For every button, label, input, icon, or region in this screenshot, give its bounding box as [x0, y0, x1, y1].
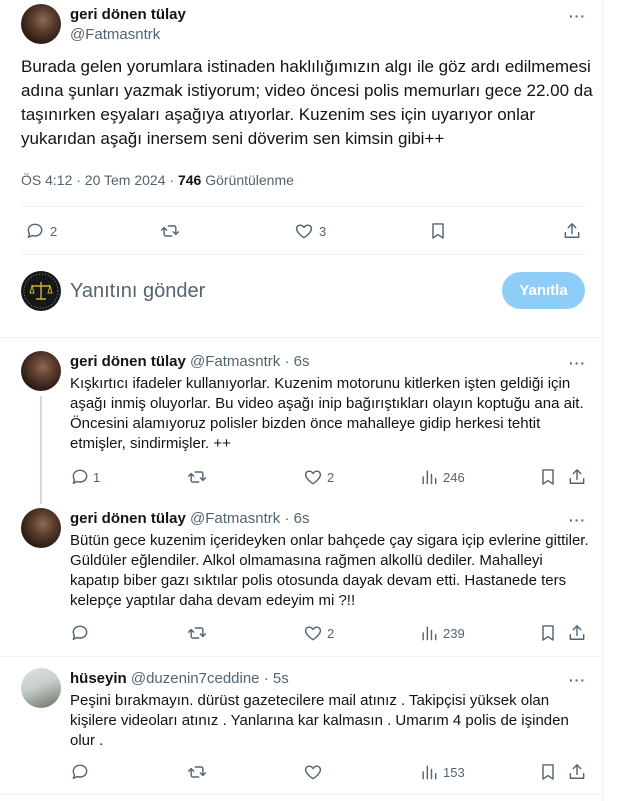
- views-count: 153: [443, 765, 465, 780]
- bookmark-icon[interactable]: [538, 623, 558, 643]
- views-icon[interactable]: [419, 623, 439, 643]
- reply-text: Peşini bırakmayın. dürüst gazetecilere m…: [70, 692, 569, 749]
- retweet-icon[interactable]: [187, 762, 207, 782]
- divider: [21, 254, 585, 255]
- tweet-text: Burada gelen yorumlara istinaden haklılı…: [21, 57, 593, 148]
- divider: [0, 337, 602, 338]
- share-icon[interactable]: [567, 623, 587, 643]
- more-options-icon[interactable]: ···: [569, 512, 586, 528]
- tweet-timestamp[interactable]: ÖS 4:12 · 20 Tem 2024 ·: [21, 172, 178, 188]
- views-count: 239: [443, 626, 465, 641]
- author-display-name[interactable]: geri dönen tülay: [70, 6, 186, 23]
- like-count: 3: [319, 224, 327, 239]
- divider: [0, 656, 602, 657]
- reply-handle[interactable]: @Fatmasntrk: [190, 353, 280, 370]
- reply-avatar[interactable]: [21, 668, 61, 708]
- like-icon[interactable]: [303, 467, 323, 487]
- retweet-icon[interactable]: [187, 623, 207, 643]
- reply-avatar[interactable]: [21, 351, 61, 391]
- like-icon[interactable]: [303, 762, 323, 782]
- views-label: Görüntülenme: [201, 172, 294, 188]
- reply-icon[interactable]: [70, 467, 90, 487]
- reply-header: hüseyin @duzenin7ceddine · 5s: [70, 670, 289, 687]
- bookmark-icon[interactable]: [428, 221, 448, 241]
- reply-submit-button[interactable]: Yanıtla: [502, 272, 585, 309]
- author-avatar[interactable]: [21, 4, 61, 44]
- share-icon[interactable]: [562, 221, 582, 241]
- views-icon[interactable]: [419, 467, 439, 487]
- like-icon[interactable]: [303, 623, 323, 643]
- divider: [0, 794, 602, 795]
- share-icon[interactable]: [567, 762, 587, 782]
- conversation-timeline: geri dönen tülay @Fatmasntrk ··· Burada …: [0, 0, 603, 801]
- reply-display-name[interactable]: geri dönen tülay: [70, 353, 186, 370]
- bookmark-icon[interactable]: [538, 467, 558, 487]
- more-options-icon[interactable]: ···: [569, 672, 586, 688]
- scales-logo-icon: [23, 273, 59, 309]
- reply-time[interactable]: · 5s: [260, 670, 289, 687]
- divider: [21, 206, 585, 207]
- reply-compose-input[interactable]: Yanıtını gönder: [70, 280, 205, 303]
- reply-handle[interactable]: @duzenin7ceddine: [131, 670, 260, 687]
- reply-icon[interactable]: [70, 623, 90, 643]
- tweet-meta: ÖS 4:12 · 20 Tem 2024 · 746 Görüntülenme: [21, 172, 294, 188]
- retweet-icon[interactable]: [160, 221, 180, 241]
- reply-display-name[interactable]: geri dönen tülay: [70, 510, 186, 527]
- views-count: 246: [443, 470, 465, 485]
- reply-text: Bütün gece kuzenim içerideyken onlar bah…: [70, 532, 589, 609]
- thread-connector-line: [40, 396, 42, 504]
- share-icon[interactable]: [567, 467, 587, 487]
- reply-display-name[interactable]: hüseyin: [70, 670, 127, 687]
- bookmark-icon[interactable]: [538, 762, 558, 782]
- more-options-icon[interactable]: ···: [569, 355, 586, 371]
- reply-time[interactable]: · 6s: [280, 510, 309, 527]
- author-handle[interactable]: @Fatmasntrk: [70, 26, 160, 43]
- reply-count: 2: [50, 224, 58, 239]
- like-icon[interactable]: [294, 221, 314, 241]
- like-count: 2: [327, 470, 335, 485]
- reply-time[interactable]: · 6s: [280, 353, 309, 370]
- views-count: 746: [177, 172, 202, 188]
- views-icon[interactable]: [419, 762, 439, 782]
- reply-count: 1: [93, 470, 101, 485]
- reply-icon[interactable]: [25, 221, 45, 241]
- reply-icon[interactable]: [70, 762, 90, 782]
- reply-header: geri dönen tülay @Fatmasntrk · 6s: [70, 353, 309, 370]
- current-user-avatar[interactable]: [21, 271, 61, 311]
- more-options-icon[interactable]: ···: [569, 8, 586, 24]
- reply-avatar[interactable]: [21, 508, 61, 548]
- retweet-icon[interactable]: [187, 467, 207, 487]
- reply-handle[interactable]: @Fatmasntrk: [190, 510, 280, 527]
- reply-text: Kışkırtıcı ifadeler kullanıyorlar. Kuzen…: [70, 375, 584, 452]
- reply-header: geri dönen tülay @Fatmasntrk · 6s: [70, 510, 309, 527]
- like-count: 2: [327, 626, 335, 641]
